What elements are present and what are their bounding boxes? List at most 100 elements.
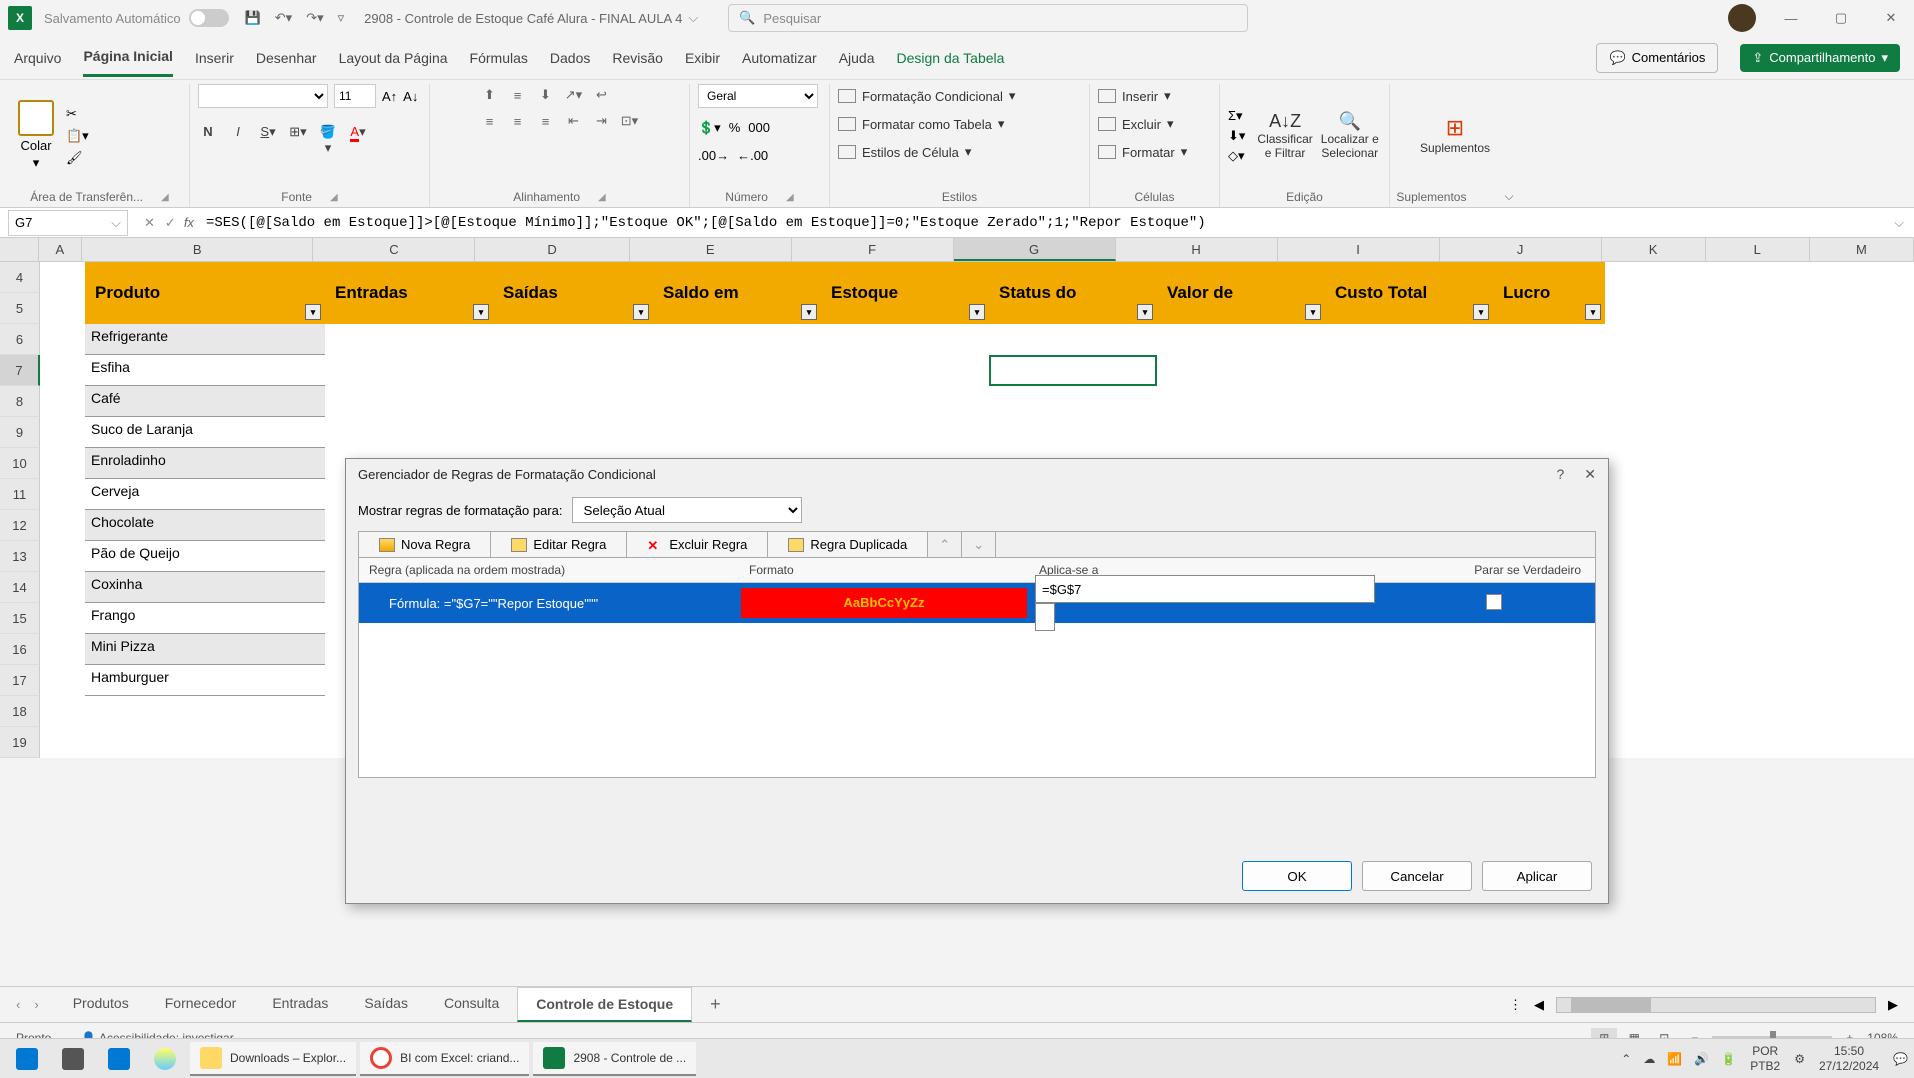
thousands-icon[interactable]: 000 [748,120,770,136]
percent-icon[interactable]: % [729,120,741,136]
help-icon[interactable]: ? [1556,466,1564,483]
new-rule-button[interactable]: Nova Regra [359,532,491,557]
cancel-button[interactable]: Cancelar [1362,861,1472,891]
table-row[interactable]: Esfiha [85,355,325,386]
wifi-icon[interactable]: 📶 [1667,1052,1682,1066]
col-header-l[interactable]: L [1706,238,1810,261]
taskbar-excel[interactable]: 2908 - Controle de ... [533,1042,696,1076]
insert-cells-button[interactable]: Inserir▾ [1098,84,1171,108]
onedrive-icon[interactable]: ☁ [1643,1052,1655,1066]
autosum-icon[interactable]: Σ▾ [1228,108,1245,124]
dialog-launcher-icon[interactable]: ◢ [786,192,794,203]
tab-pagina-inicial[interactable]: Página Inicial [83,38,172,77]
table-row[interactable]: Enroladinho [85,448,325,479]
table-row[interactable]: Refrigerante [85,324,325,355]
col-header-m[interactable]: M [1810,238,1914,261]
table-row[interactable]: Café [85,386,325,417]
clear-icon[interactable]: ◇▾ [1228,148,1245,164]
row-header[interactable]: 15 [0,603,40,634]
duplicate-rule-button[interactable]: Regra Duplicada [768,532,928,557]
sheet-tab-fornecedor[interactable]: Fornecedor [147,987,255,1022]
indent-decrease-icon[interactable]: ⇤ [562,110,586,132]
clock[interactable]: 15:50 27/12/2024 [1819,1044,1879,1073]
chevron-down-icon[interactable]: ⌵ [688,10,698,26]
redo-icon[interactable]: ↷▾ [306,10,323,26]
row-header[interactable]: 12 [0,510,40,541]
align-center-icon[interactable]: ≡ [506,110,530,132]
save-icon[interactable]: 💾 [245,10,261,26]
move-up-button[interactable]: ⌃ [928,532,962,557]
maximize-button[interactable]: ▢ [1826,10,1856,26]
volume-icon[interactable]: 🔊 [1694,1052,1709,1066]
col-header-b[interactable]: B [82,238,313,261]
number-format-select[interactable]: Geral [698,84,818,108]
row-header[interactable]: 17 [0,665,40,696]
paste-button[interactable]: Colar ▾ [18,100,54,171]
row-header[interactable]: 14 [0,572,40,603]
apply-button[interactable]: Aplicar [1482,861,1592,891]
col-header-e[interactable]: E [630,238,792,261]
align-middle-icon[interactable]: ≡ [506,84,530,106]
tab-revisao[interactable]: Revisão [612,40,663,76]
fx-icon[interactable]: fx [184,215,194,230]
dialog-launcher-icon[interactable]: ◢ [330,192,338,203]
format-painter-icon[interactable]: 🖌 [66,150,89,166]
decrease-decimal-icon[interactable]: ←.00 [737,148,768,163]
sheet-tab-saidas[interactable]: Saídas [346,987,426,1022]
minimize-button[interactable]: — [1776,11,1806,26]
search-box[interactable]: 🔍 Pesquisar [728,4,1248,32]
table-row[interactable]: Chocolate [85,510,325,541]
sheet-prev-icon[interactable]: ‹ [16,997,20,1012]
tab-exibir[interactable]: Exibir [685,40,720,76]
tab-ajuda[interactable]: Ajuda [839,40,875,76]
sheet-options-icon[interactable]: ⋮ [1509,997,1522,1013]
col-header-h[interactable]: H [1116,238,1278,261]
dialog-launcher-icon[interactable]: ◢ [598,192,606,203]
border-button[interactable]: ⊞▾ [288,124,308,156]
enter-formula-icon[interactable]: ✓ [165,215,176,231]
scroll-left-icon[interactable]: ◀ [1534,997,1544,1013]
sort-filter-button[interactable]: A↓Z Classificar e Filtrar [1257,111,1312,160]
table-row[interactable]: Coxinha [85,572,325,603]
find-select-button[interactable]: 🔍 Localizar e Selecionar [1321,111,1379,160]
table-row[interactable]: Cerveja [85,479,325,510]
decrease-font-icon[interactable]: A↓ [403,89,418,104]
toggle-switch-icon[interactable] [189,9,229,27]
row-header[interactable]: 18 [0,696,40,727]
add-sheet-button[interactable]: + [692,994,739,1015]
indent-increase-icon[interactable]: ⇥ [590,110,614,132]
share-button[interactable]: ⇪ Compartilhamento ▾ [1740,44,1900,72]
merge-icon[interactable]: ⊡▾ [618,110,642,132]
formula-input[interactable]: =SES([@[Saldo em Estoque]]>[@[Estoque Mí… [202,215,1884,231]
delete-cells-button[interactable]: Excluir▾ [1098,112,1174,136]
increase-font-icon[interactable]: A↑ [382,89,397,104]
underline-button[interactable]: S▾ [258,124,278,156]
col-header-f[interactable]: F [792,238,954,261]
filter-icon[interactable]: ▾ [801,304,817,320]
document-title[interactable]: 2908 - Controle de Estoque Café Alura - … [364,11,682,26]
italic-button[interactable]: I [228,124,248,156]
close-dialog-icon[interactable]: ✕ [1584,466,1596,483]
cell-styles-button[interactable]: Estilos de Célula▾ [838,140,971,164]
row-header[interactable]: 5 [0,293,40,324]
sheet-tab-produtos[interactable]: Produtos [55,987,147,1022]
filter-icon[interactable]: ▾ [1585,304,1601,320]
stop-if-true-checkbox[interactable] [1486,594,1502,610]
sheet-tab-entradas[interactable]: Entradas [254,987,346,1022]
tab-desenhar[interactable]: Desenhar [256,40,317,76]
addins-button[interactable]: ⊞ Suplementos [1420,115,1490,155]
sheet-tab-consulta[interactable]: Consulta [426,987,517,1022]
notifications-icon[interactable]: 💬 [1893,1052,1908,1066]
taskbar-chrome[interactable]: BI com Excel: criand... [360,1042,529,1076]
tab-dados[interactable]: Dados [550,40,590,76]
qat-dropdown-icon[interactable]: ▿ [338,10,345,26]
bold-button[interactable]: N [198,124,218,156]
user-avatar[interactable] [1728,4,1756,32]
row-header[interactable]: 19 [0,727,40,758]
row-header[interactable]: 11 [0,479,40,510]
col-header-i[interactable]: I [1278,238,1440,261]
autosave-toggle[interactable]: Salvamento Automático [44,9,229,27]
start-button[interactable] [6,1042,48,1076]
edit-rule-button[interactable]: Editar Regra [491,532,627,557]
show-rules-select[interactable]: Seleção Atual [572,497,802,523]
